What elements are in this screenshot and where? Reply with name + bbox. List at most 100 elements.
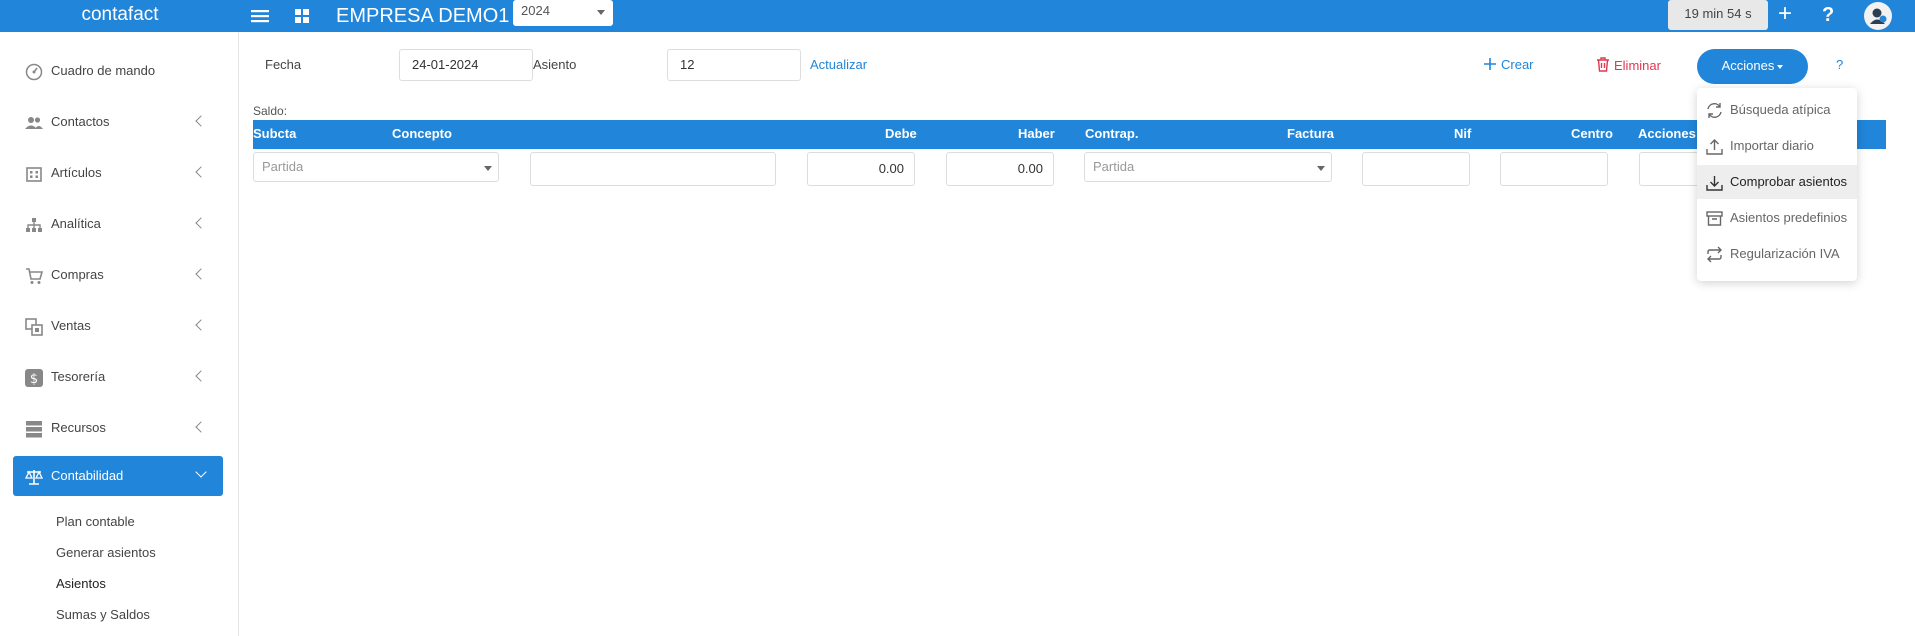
apps-grid-icon[interactable] (290, 4, 314, 28)
sidebar-subitem-plan-contable[interactable]: Plan contable (56, 514, 135, 529)
chevron-left-icon (195, 268, 207, 280)
fecha-label: Fecha (265, 57, 302, 72)
sidebar-item-compras[interactable]: Compras (13, 255, 223, 295)
year-select[interactable]: 2024 (513, 0, 613, 26)
people-icon (25, 114, 43, 132)
col-centro: Centro (1571, 126, 1613, 141)
plus-icon[interactable]: + (1778, 1, 1792, 27)
sidebar-item-label: Analítica (51, 216, 101, 231)
avatar[interactable] (1864, 2, 1892, 30)
sidebar-subitem-asientos[interactable]: Asientos (56, 576, 106, 591)
caret-down-icon (484, 166, 492, 171)
col-concepto: Concepto (392, 126, 452, 141)
company-name[interactable]: EMPRESA DEMO1 (336, 3, 509, 29)
acciones-dropdown-menu: Búsqueda atípica Importar diario Comprob… (1697, 88, 1857, 281)
hamburger-menu-icon[interactable] (248, 4, 272, 28)
ventas-icon (25, 318, 43, 336)
menu-item-label: Importar diario (1730, 138, 1814, 153)
sidebar-item-contactos[interactable]: Contactos (13, 102, 223, 142)
menu-item-regularizacion-iva[interactable]: Regularización IVA (1697, 237, 1857, 271)
acciones-label: Acciones (1721, 58, 1775, 73)
sidebar-item-contabilidad[interactable]: Contabilidad (13, 456, 223, 496)
dollar-icon: $ (25, 369, 43, 387)
crear-label: Crear (1501, 57, 1534, 72)
top-bar: contafact EMPRESA DEMO1 2024 19 min 54 s… (0, 0, 1915, 32)
menu-item-comprobar-asientos[interactable]: Comprobar asientos (1697, 165, 1857, 199)
caret-down-icon (1777, 64, 1784, 69)
contrap-select[interactable]: Partida (1084, 152, 1332, 182)
col-nif: Nif (1454, 126, 1472, 141)
nif-input[interactable] (1362, 152, 1470, 186)
menu-item-importar-diario[interactable]: Importar diario (1697, 129, 1857, 163)
upload-icon (1706, 138, 1723, 155)
sidebar-subitem-generar-asientos[interactable]: Generar asientos (56, 545, 156, 560)
contrap-placeholder: Partida (1093, 159, 1135, 174)
concepto-input[interactable] (530, 152, 776, 186)
archive-icon (1706, 210, 1723, 227)
acciones-button[interactable]: Acciones (1697, 49, 1808, 84)
menu-item-label: Asientos predefinios (1730, 210, 1848, 225)
sidebar-item-tesoreria[interactable]: $ Tesorería (13, 357, 223, 397)
sidebar-item-ventas[interactable]: Ventas (13, 306, 223, 346)
chevron-left-icon (195, 421, 207, 433)
col-acciones: Acciones (1638, 126, 1696, 141)
sidebar: Cuadro de mando Contactos Artículos Anal… (0, 32, 239, 636)
session-timer: 19 min 54 s (1668, 0, 1768, 30)
sidebar-item-recursos[interactable]: Recursos (13, 408, 223, 448)
debe-input[interactable]: 0.00 (807, 152, 915, 186)
acciones-cell[interactable] (1639, 152, 1699, 186)
centro-input[interactable] (1500, 152, 1608, 186)
chevron-left-icon (195, 319, 207, 331)
asiento-input[interactable]: 12 (667, 49, 801, 81)
fecha-input[interactable]: 24-01-2024 (399, 49, 533, 81)
subcta-placeholder: Partida (262, 159, 304, 174)
refresh-icon (1706, 102, 1723, 119)
haber-input[interactable]: 0.00 (946, 152, 1054, 186)
subcta-select[interactable]: Partida (253, 152, 499, 182)
chevron-down-icon (195, 466, 207, 478)
col-haber: Haber (1018, 126, 1055, 141)
chevron-left-icon (195, 370, 207, 382)
sidebar-item-label: Contabilidad (51, 468, 124, 483)
sidebar-item-label: Recursos (51, 420, 106, 435)
col-subcta: Subcta (253, 126, 297, 141)
help-icon[interactable]: ? (1822, 2, 1834, 28)
actualizar-link[interactable]: Actualizar (810, 57, 867, 72)
chevron-left-icon (195, 115, 207, 127)
saldo-label: Saldo: (253, 104, 288, 118)
trash-icon (1597, 57, 1609, 72)
crear-button[interactable]: Crear (1483, 57, 1534, 72)
col-debe: Debe (885, 126, 917, 141)
sidebar-subitem-sumas-y-saldos[interactable]: Sumas y Saldos (56, 607, 150, 622)
download-icon (1706, 174, 1723, 191)
menu-item-label: Regularización IVA (1730, 246, 1840, 261)
dashboard-icon (25, 63, 43, 81)
repeat-icon (1706, 246, 1723, 263)
sidebar-item-label: Compras (51, 267, 104, 282)
server-icon (25, 420, 43, 438)
scale-icon (24, 468, 44, 486)
eliminar-button[interactable]: Eliminar (1596, 57, 1661, 73)
sidebar-item-label: Tesorería (51, 369, 106, 384)
year-value: 2024 (521, 3, 550, 18)
sidebar-item-label: Artículos (51, 165, 102, 180)
asiento-label: Asiento (533, 57, 577, 72)
col-contrap: Contrap. (1085, 126, 1139, 141)
brand-logo[interactable]: contafact (0, 0, 240, 32)
menu-item-label: Comprobar asientos (1730, 174, 1848, 189)
caret-down-icon (597, 10, 605, 15)
svg-text:$: $ (30, 372, 38, 387)
sidebar-item-cuadro-de-mando[interactable]: Cuadro de mando (13, 51, 223, 91)
chevron-left-icon (195, 166, 207, 178)
help-link[interactable]: ? (1836, 57, 1843, 72)
hierarchy-icon (25, 216, 43, 234)
sidebar-item-label: Ventas (51, 318, 91, 333)
table-header: Subcta Concepto Debe Haber Contrap. Fact… (253, 120, 1886, 149)
sidebar-item-articulos[interactable]: Artículos (13, 153, 223, 193)
sidebar-item-analitica[interactable]: Analítica (13, 204, 223, 244)
col-factura: Factura (1287, 126, 1334, 141)
chevron-left-icon (195, 217, 207, 229)
menu-item-asientos-predefinios[interactable]: Asientos predefinios (1697, 201, 1857, 235)
menu-item-busqueda-atipica[interactable]: Búsqueda atípica (1697, 93, 1857, 127)
eliminar-label: Eliminar (1614, 58, 1661, 73)
